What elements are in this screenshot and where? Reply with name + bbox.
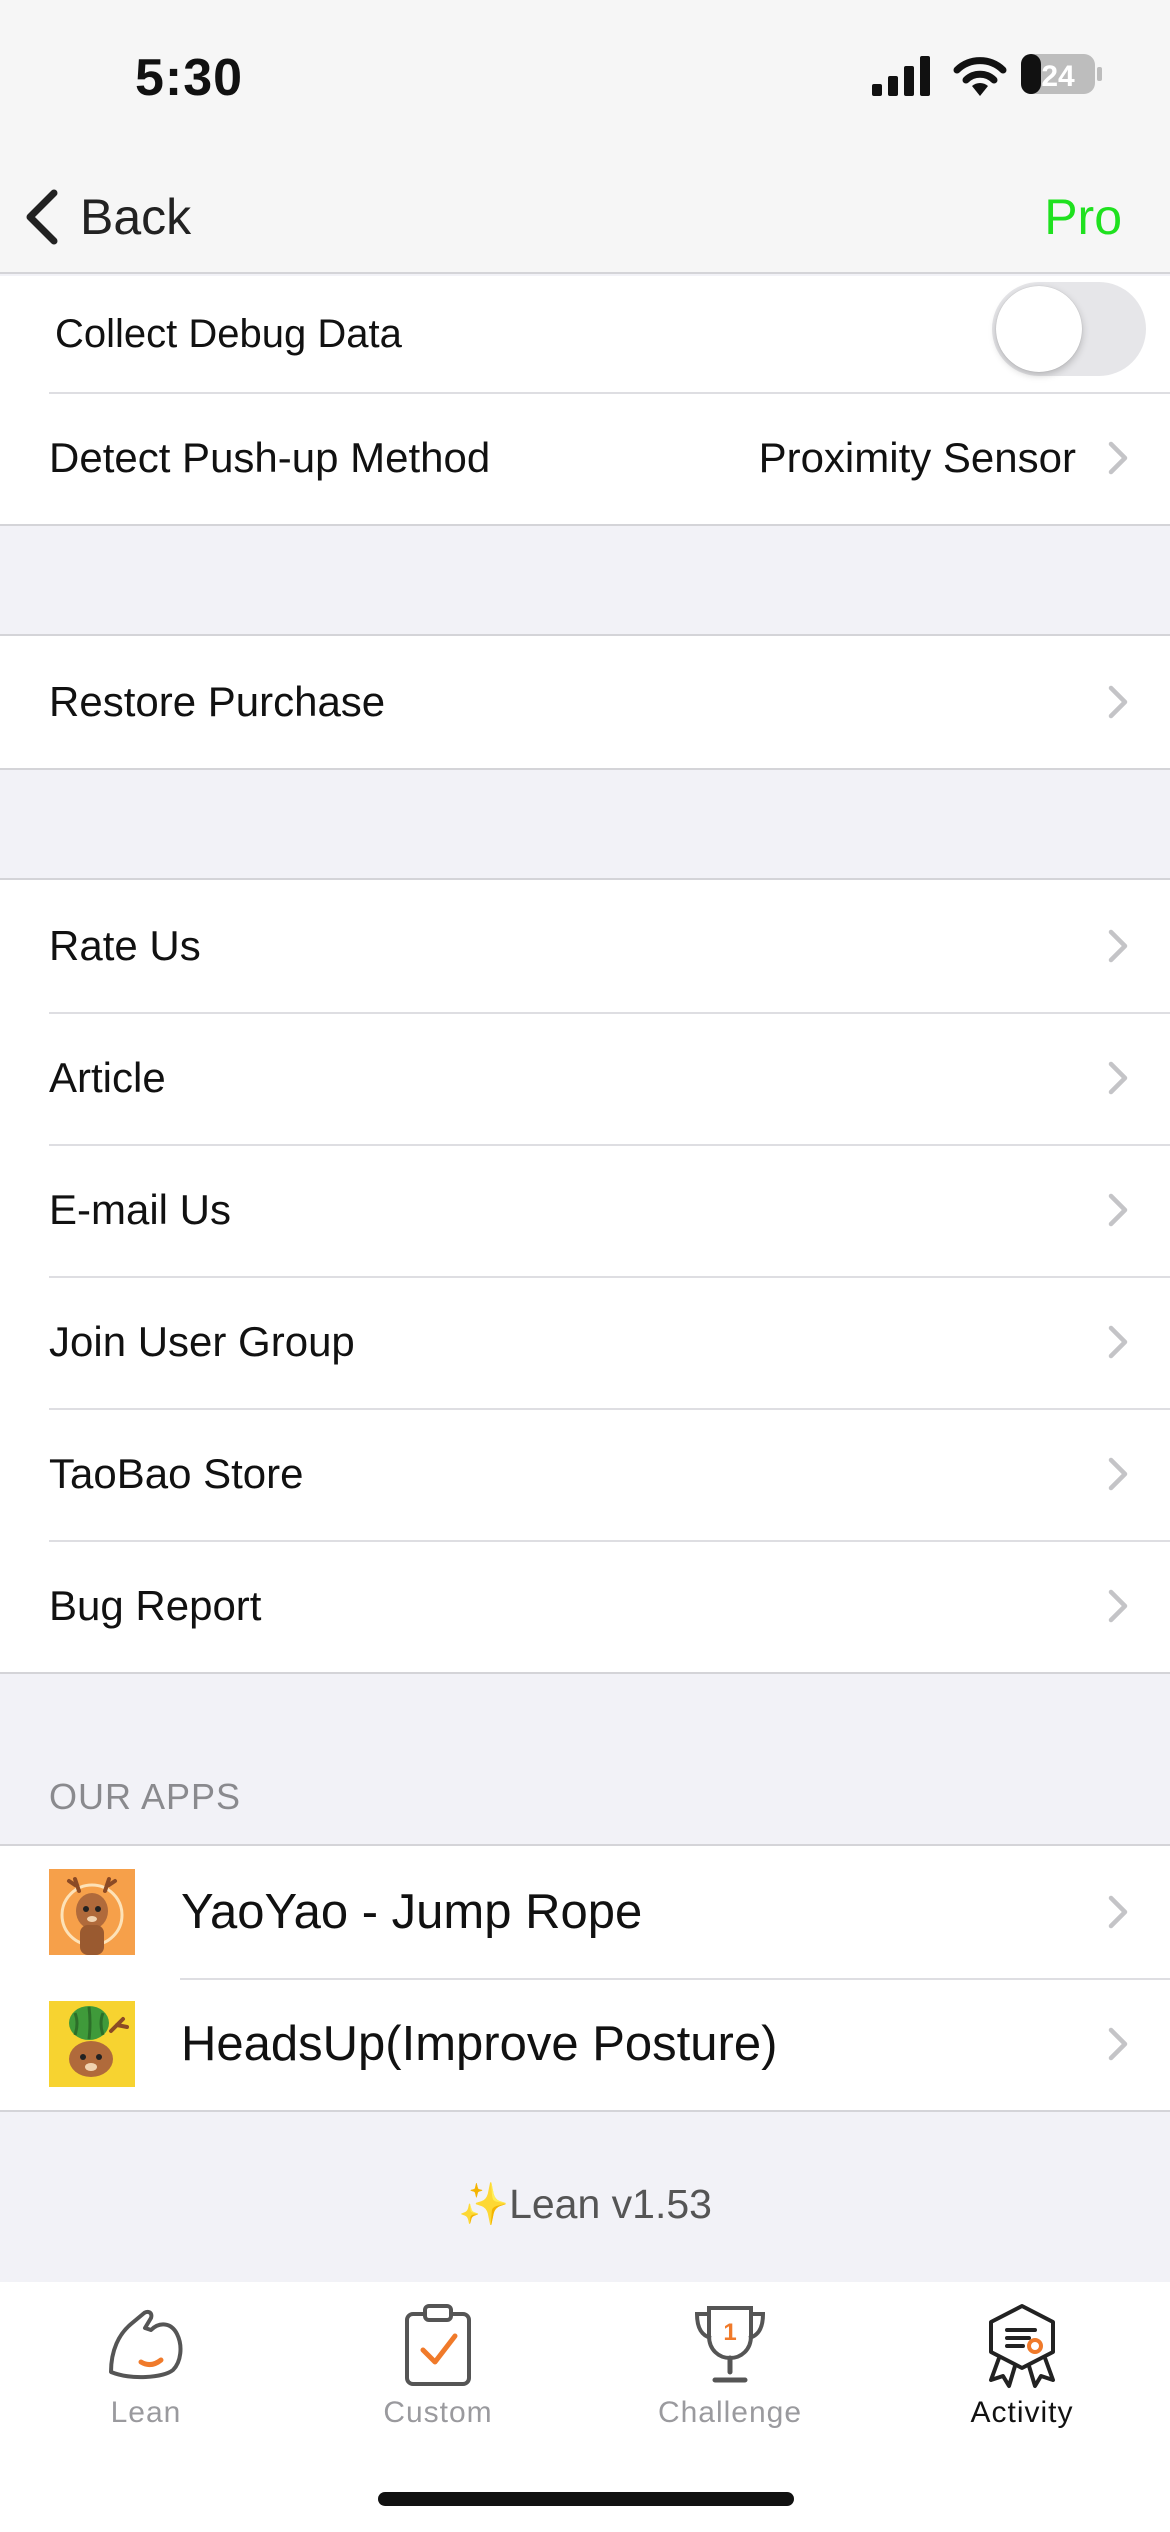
restore-purchase-label: Restore Purchase xyxy=(49,678,386,725)
svg-text:1: 1 xyxy=(723,2319,736,2346)
version-label: ✨Lean v1.53 xyxy=(458,2181,712,2227)
tab-bar: Lean Custom 1 Challenge Activity xyxy=(0,2282,1170,2532)
email-us-label: E-mail Us xyxy=(49,1186,232,1233)
bug-report-label: Bug Report xyxy=(49,1582,262,1629)
article-label: Article xyxy=(49,1054,166,1101)
activity-badge-icon xyxy=(989,2304,1055,2388)
status-bar: 5:30 24 xyxy=(0,0,1170,160)
trophy-icon: 1 xyxy=(694,2306,766,2383)
join-user-group-label: Join User Group xyxy=(49,1318,355,1365)
collect-debug-data-row: Collect Debug Data xyxy=(0,276,1170,392)
detect-method-label: Detect Push-up Method xyxy=(49,434,491,481)
tab-lean-label: Lean xyxy=(110,2396,182,2429)
bug-report-row[interactable]: Bug Report xyxy=(0,1540,1170,1672)
deer-jump-rope-icon xyxy=(49,1869,135,1955)
chevron-right-icon xyxy=(1108,441,1128,475)
chevron-left-icon xyxy=(26,189,58,245)
email-us-row[interactable]: E-mail Us xyxy=(0,1144,1170,1276)
tab-activity-label: Activity xyxy=(970,2396,1074,2429)
chevron-right-icon xyxy=(1108,1061,1128,1095)
battery-icon: 24 xyxy=(1021,54,1102,94)
detect-push-up-method-row[interactable]: Detect Push-up Method Proximity Sensor xyxy=(0,392,1170,524)
chevron-right-icon xyxy=(1108,1895,1128,1929)
chevron-right-icon xyxy=(1108,1193,1128,1227)
chevron-right-icon xyxy=(1108,2027,1128,2061)
status-time: 5:30 xyxy=(135,49,244,107)
back-label: Back xyxy=(80,189,192,245)
taobao-store-label: TaoBao Store xyxy=(49,1450,304,1497)
our-apps-group: YaoYao - Jump Rope HeadsUp(Improve Postu… xyxy=(0,1844,1170,2112)
tab-challenge-label: Challenge xyxy=(657,2396,803,2429)
tab-custom[interactable]: Custom xyxy=(292,2300,584,2450)
app-row-headsup[interactable]: HeadsUp(Improve Posture) xyxy=(0,1978,1170,2110)
toggle-knob xyxy=(996,286,1082,372)
article-row[interactable]: Article xyxy=(0,1012,1170,1144)
svg-text:24: 24 xyxy=(1041,60,1075,93)
cellular-signal-icon xyxy=(872,56,930,96)
restore-purchase-row[interactable]: Restore Purchase xyxy=(0,636,1170,768)
rate-us-label: Rate Us xyxy=(49,922,201,969)
navigation-bar: Back Pro xyxy=(0,160,1170,274)
chevron-right-icon xyxy=(1108,1589,1128,1623)
debug-settings-group: Collect Debug Data Detect Push-up Method… xyxy=(0,276,1170,526)
taobao-store-row[interactable]: TaoBao Store xyxy=(0,1408,1170,1540)
app-row-yaoyao[interactable]: YaoYao - Jump Rope xyxy=(0,1846,1170,1978)
app-name-headsup: HeadsUp(Improve Posture) xyxy=(181,2017,778,2071)
support-group: Rate Us Article E-mail Us Join User Grou… xyxy=(0,878,1170,1674)
chevron-right-icon xyxy=(1108,929,1128,963)
wifi-icon xyxy=(953,57,1007,96)
tab-activity[interactable]: Activity xyxy=(876,2300,1168,2450)
collect-debug-data-label: Collect Debug Data xyxy=(55,311,402,356)
flexed-arm-icon xyxy=(109,2309,183,2380)
back-button[interactable]: Back xyxy=(22,172,191,262)
collect-debug-data-toggle[interactable] xyxy=(992,282,1146,376)
purchase-group: Restore Purchase xyxy=(0,634,1170,770)
settings-list: Collect Debug Data Detect Push-up Method… xyxy=(0,276,1170,2298)
chevron-right-icon xyxy=(1108,1325,1128,1359)
pro-button[interactable]: Pro xyxy=(1044,172,1122,262)
deer-watermelon-icon xyxy=(49,2001,135,2087)
tab-lean[interactable]: Lean xyxy=(0,2300,292,2450)
tab-challenge[interactable]: 1 Challenge xyxy=(584,2300,876,2450)
rate-us-row[interactable]: Rate Us xyxy=(0,880,1170,1012)
home-indicator[interactable] xyxy=(378,2492,794,2506)
our-apps-header: OUR APPS xyxy=(49,1776,242,1817)
detect-method-value: Proximity Sensor xyxy=(758,434,1076,481)
chevron-right-icon xyxy=(1108,1457,1128,1491)
tab-custom-label: Custom xyxy=(383,2396,493,2429)
app-name-yaoyao: YaoYao - Jump Rope xyxy=(181,1885,643,1939)
chevron-right-icon xyxy=(1108,685,1128,719)
clipboard-check-icon xyxy=(405,2304,471,2386)
join-user-group-row[interactable]: Join User Group xyxy=(0,1276,1170,1408)
